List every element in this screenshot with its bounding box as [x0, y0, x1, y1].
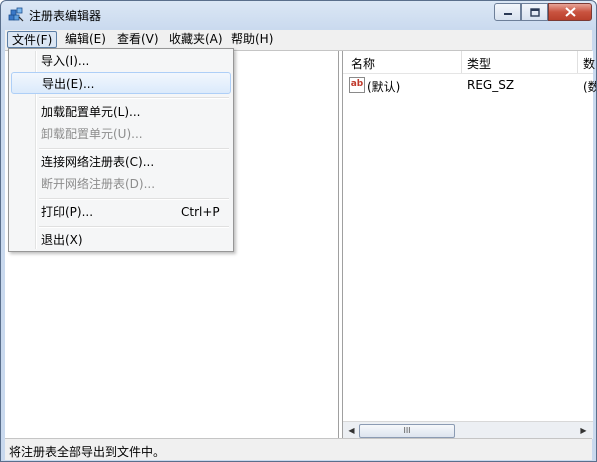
title-bar[interactable]: 注册表编辑器: [1, 1, 596, 29]
menu-help[interactable]: 帮助(H): [227, 31, 277, 48]
column-type[interactable]: 类型: [467, 55, 491, 72]
menu-separator: [39, 226, 229, 228]
menu-item-label: 退出(X): [41, 233, 83, 247]
file-menu-dropdown: 导入(I)... 导出(E)... 加载配置单元(L)... 卸载配置单元(U)…: [8, 48, 234, 252]
horizontal-scrollbar[interactable]: ◀ III ▶: [343, 421, 593, 439]
string-value-icon: ab: [349, 77, 365, 93]
menu-item-exit[interactable]: 退出(X): [11, 229, 231, 251]
menu-item-import[interactable]: 导入(I)...: [11, 50, 231, 72]
menu-item-unload-hive: 卸载配置单元(U)...: [11, 123, 231, 145]
menu-separator: [39, 198, 229, 200]
value-data: (数: [583, 80, 596, 94]
menu-item-shortcut: Ctrl+P: [181, 205, 220, 219]
menu-view[interactable]: 查看(V): [113, 31, 163, 48]
window-title: 注册表编辑器: [29, 9, 102, 23]
menu-item-label: 断开网络注册表(D)...: [41, 177, 156, 191]
list-item[interactable]: ab (默认) REG_SZ (数: [343, 75, 596, 95]
menu-item-label: 打印(P)...: [41, 205, 94, 219]
menu-edit[interactable]: 编辑(E): [61, 31, 110, 48]
menu-item-label: 连接网络注册表(C)...: [41, 155, 155, 169]
menu-item-label: 卸载配置单元(U)...: [41, 127, 143, 141]
menu-item-load-hive[interactable]: 加载配置单元(L)...: [11, 101, 231, 123]
column-divider[interactable]: [577, 51, 578, 73]
minimize-icon: [503, 13, 512, 15]
value-name: (默认): [367, 80, 401, 94]
caption-buttons: [494, 3, 592, 21]
menu-separator: [39, 97, 229, 99]
menu-item-label: 导入(I)...: [41, 54, 90, 68]
menu-item-export[interactable]: 导出(E)...: [11, 72, 231, 94]
menu-file[interactable]: 文件(F): [7, 31, 58, 48]
value-list-pane[interactable]: 名称 类型 数 ab (默认) REG_SZ (数 ◀ III ▶: [342, 51, 596, 439]
list-header: 名称 类型 数: [343, 51, 595, 74]
menu-item-label: 导出(E)...: [42, 77, 95, 91]
maximize-button[interactable]: [521, 3, 548, 21]
registry-editor-icon: [8, 7, 24, 22]
column-name[interactable]: 名称: [351, 55, 375, 72]
status-bar: 将注册表全部导出到文件中。: [5, 438, 592, 460]
value-type: REG_SZ: [467, 78, 515, 92]
column-data[interactable]: 数: [583, 55, 595, 72]
menu-item-disconnect-network-registry: 断开网络注册表(D)...: [11, 173, 231, 195]
minimize-button[interactable]: [494, 3, 521, 21]
maximize-icon: [529, 7, 540, 17]
scroll-right-icon[interactable]: ▶: [577, 424, 590, 437]
close-button[interactable]: [548, 3, 592, 21]
status-text: 将注册表全部导出到文件中。: [9, 445, 166, 459]
column-divider[interactable]: [461, 51, 462, 73]
scroll-left-icon[interactable]: ◀: [345, 424, 358, 437]
menu-separator: [39, 148, 229, 150]
menu-item-label: 加载配置单元(L)...: [41, 105, 141, 119]
menu-item-print[interactable]: 打印(P)... Ctrl+P: [11, 201, 231, 223]
close-icon: [564, 7, 576, 17]
scroll-thumb[interactable]: III: [359, 424, 455, 438]
menu-item-connect-network-registry[interactable]: 连接网络注册表(C)...: [11, 151, 231, 173]
menu-favorites[interactable]: 收藏夹(A): [165, 31, 227, 48]
grip-icon: III: [403, 426, 411, 435]
